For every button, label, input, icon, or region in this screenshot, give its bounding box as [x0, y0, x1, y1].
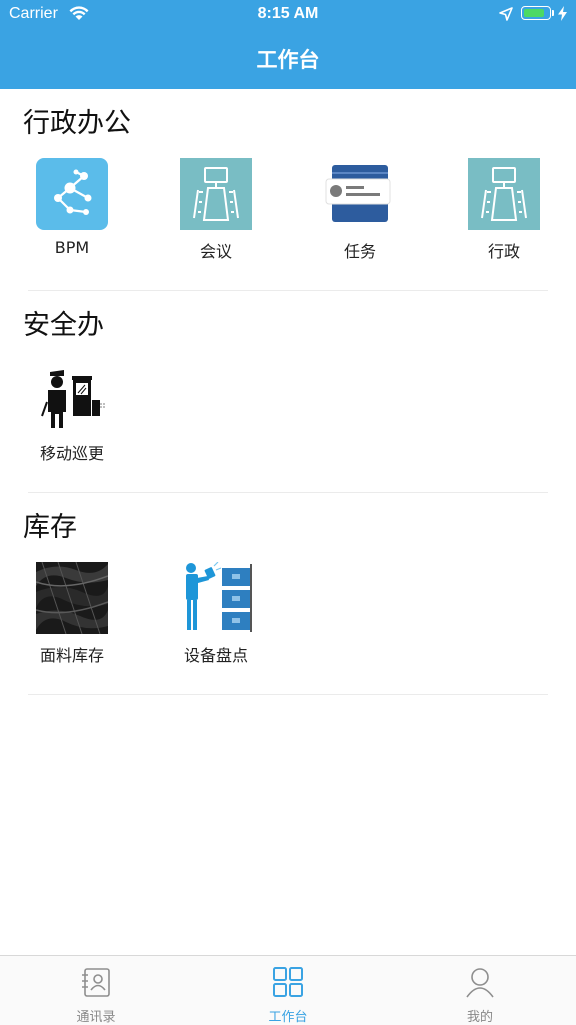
section-divider	[28, 290, 548, 291]
status-bar: Carrier 8:15 AM	[0, 0, 576, 30]
profile-icon	[466, 968, 494, 998]
app-item-fabric-stock[interactable]: 面料库存	[0, 562, 144, 666]
battery-tip	[552, 10, 554, 16]
app-item-task[interactable]: 任务	[288, 158, 432, 262]
battery-icon	[521, 6, 551, 20]
app-item-label: 会议	[199, 242, 232, 261]
meeting-room-icon	[468, 158, 540, 230]
location-arrow-icon	[499, 7, 513, 21]
contacts-icon	[82, 968, 110, 997]
app-item-label: 任务	[343, 242, 376, 261]
tab-profile[interactable]: 我的	[384, 956, 576, 1025]
fabric-photo-icon	[36, 562, 108, 634]
app-item-label: 面料库存	[39, 646, 104, 665]
bottom-tab-bar: 通讯录 工作台 我的	[0, 955, 576, 1025]
section-title-admin: 行政办公	[23, 108, 131, 139]
page-title: 工作台	[256, 48, 320, 72]
network-graph-icon	[36, 158, 108, 230]
meeting-room-icon	[180, 158, 252, 230]
app-item-meeting[interactable]: 会议	[144, 158, 288, 262]
tab-label: 通讯录	[76, 1010, 116, 1025]
task-card-icon	[324, 158, 396, 230]
grid-icon	[273, 967, 303, 997]
inventory-scan-icon	[180, 562, 252, 634]
tab-label: 我的	[466, 1010, 493, 1025]
app-item-label: 移动巡更	[39, 444, 104, 463]
app-item-equipment-count[interactable]: 设备盘点	[144, 562, 288, 666]
section-divider	[28, 694, 548, 695]
section-divider	[28, 492, 548, 493]
app-item-label: BPM	[54, 238, 90, 257]
app-header: Carrier 8:15 AM 工作台	[0, 0, 576, 89]
security-guard-icon	[36, 360, 108, 432]
tab-workbench[interactable]: 工作台	[192, 956, 384, 1025]
tab-label: 工作台	[268, 1010, 308, 1025]
charging-bolt-icon	[558, 6, 567, 21]
app-item-patrol[interactable]: 移动巡更	[0, 360, 144, 464]
section-title-security: 安全办	[23, 310, 104, 341]
app-item-label: 行政	[487, 242, 520, 261]
app-item-admin[interactable]: 行政	[432, 158, 576, 262]
clock: 8:15 AM	[257, 5, 319, 22]
section-title-inventory: 库存	[23, 512, 77, 543]
tab-contacts[interactable]: 通讯录	[0, 956, 192, 1025]
app-item-label: 设备盘点	[183, 646, 248, 665]
app-item-bpm[interactable]: BPM	[0, 158, 144, 257]
